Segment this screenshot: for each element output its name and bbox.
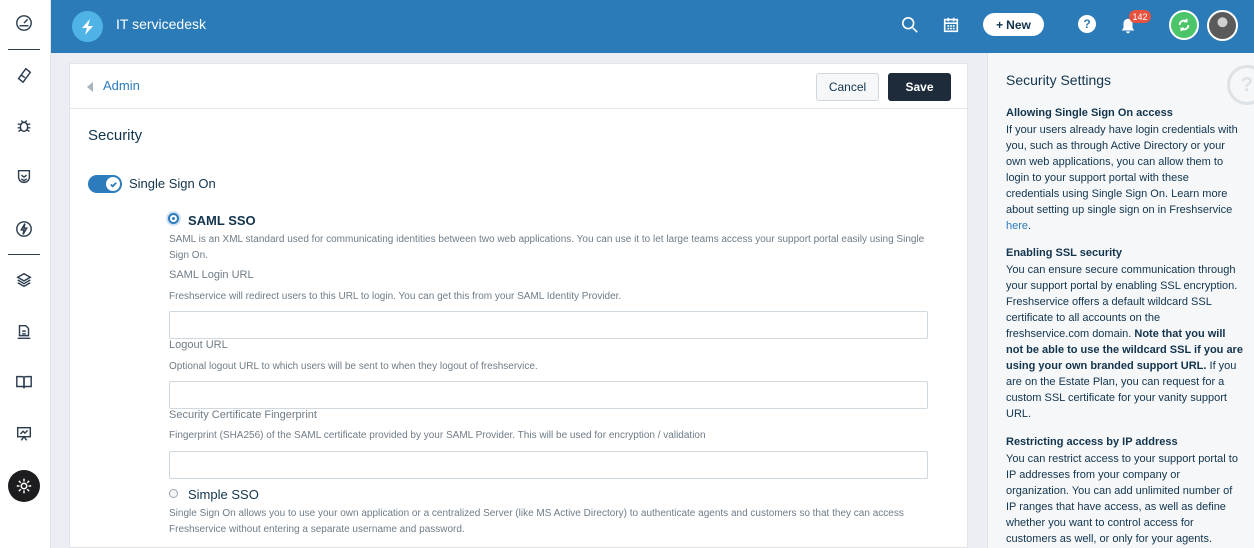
notification-count-badge: 142 <box>1129 10 1151 23</box>
toggle-check-icon <box>106 177 120 191</box>
logout-url-label: Logout URL <box>169 339 228 351</box>
admin-gear-icon[interactable] <box>8 470 40 502</box>
logout-url-input[interactable] <box>169 381 928 409</box>
agent-status-icon[interactable] <box>1169 10 1199 40</box>
cancel-button[interactable]: Cancel <box>816 73 879 101</box>
question-mark-icon[interactable]: ? <box>1227 65 1254 105</box>
freshservice-logo[interactable] <box>72 11 103 42</box>
help-panel: Security Settings ? Allowing Single Sign… <box>987 53 1254 548</box>
single-sign-on-toggle[interactable] <box>88 175 122 193</box>
saml-sso-title: SAML SSO <box>188 213 256 228</box>
sidebar-divider <box>8 49 40 50</box>
save-button[interactable]: Save <box>888 73 951 101</box>
page-toolbar: Admin Cancel Save <box>70 64 967 109</box>
fingerprint-help: Fingerprint (SHA256) of the SAML certifi… <box>169 430 706 441</box>
single-sign-on-label: Single Sign On <box>129 176 216 191</box>
solutions-icon[interactable] <box>0 364 48 400</box>
simple-sso-radio[interactable] <box>169 489 178 498</box>
top-header: IT servicedesk + New ? 142 <box>51 0 1254 53</box>
logout-url-help: Optional logout URL to which users will … <box>169 361 538 372</box>
left-sidebar <box>0 0 51 548</box>
saml-login-url-help: Freshservice will redirect users to this… <box>169 291 622 302</box>
problems-icon[interactable] <box>0 108 48 144</box>
section-title: Security <box>88 127 143 144</box>
breadcrumb-back-icon[interactable] <box>87 82 93 92</box>
fingerprint-input[interactable] <box>169 451 928 479</box>
help-ssl-title: Enabling SSL security <box>1006 247 1122 259</box>
saml-sso-description: SAML is an XML standard used for communi… <box>169 234 925 261</box>
new-button-label: New <box>1006 17 1031 32</box>
new-button[interactable]: + New <box>983 13 1044 36</box>
assets-icon[interactable] <box>0 262 48 298</box>
app-title: IT servicedesk <box>116 16 206 32</box>
breadcrumb-admin-link[interactable]: Admin <box>103 78 140 93</box>
help-ssl-text: You can ensure secure communication thro… <box>1006 264 1243 420</box>
help-sso-title: Allowing Single Sign On access <box>1006 107 1173 119</box>
help-ip-text: You can restrict access to your support … <box>1006 453 1238 545</box>
help-panel-heading: Security Settings <box>1006 72 1112 88</box>
help-icon[interactable]: ? <box>1078 15 1096 33</box>
changes-icon[interactable] <box>0 159 48 195</box>
simple-sso-description: Single Sign On allows you to use your ow… <box>169 508 904 535</box>
help-sso-here-link[interactable]: here <box>1006 220 1028 232</box>
saml-login-url-label: SAML Login URL <box>169 269 254 281</box>
user-avatar[interactable] <box>1207 10 1238 41</box>
sidebar-divider <box>8 254 40 255</box>
fingerprint-label: Security Certificate Fingerprint <box>169 409 317 421</box>
releases-icon[interactable] <box>0 211 48 247</box>
dashboard-icon[interactable] <box>0 5 48 41</box>
reports-icon[interactable] <box>0 416 48 452</box>
contracts-icon[interactable] <box>0 314 48 350</box>
saml-login-url-input[interactable] <box>169 311 928 339</box>
help-sso-text: If your users already have login credent… <box>1006 124 1238 232</box>
search-icon[interactable] <box>899 14 921 36</box>
tickets-icon[interactable] <box>0 57 48 93</box>
help-ip-title: Restricting access by IP address <box>1006 436 1178 448</box>
security-settings-panel: Admin Cancel Save Security Single Sign O… <box>69 63 968 548</box>
simple-sso-title: Simple SSO <box>188 487 259 502</box>
calendar-icon[interactable] <box>940 14 962 36</box>
saml-sso-radio[interactable] <box>168 213 179 224</box>
plus-icon: + <box>996 17 1004 32</box>
